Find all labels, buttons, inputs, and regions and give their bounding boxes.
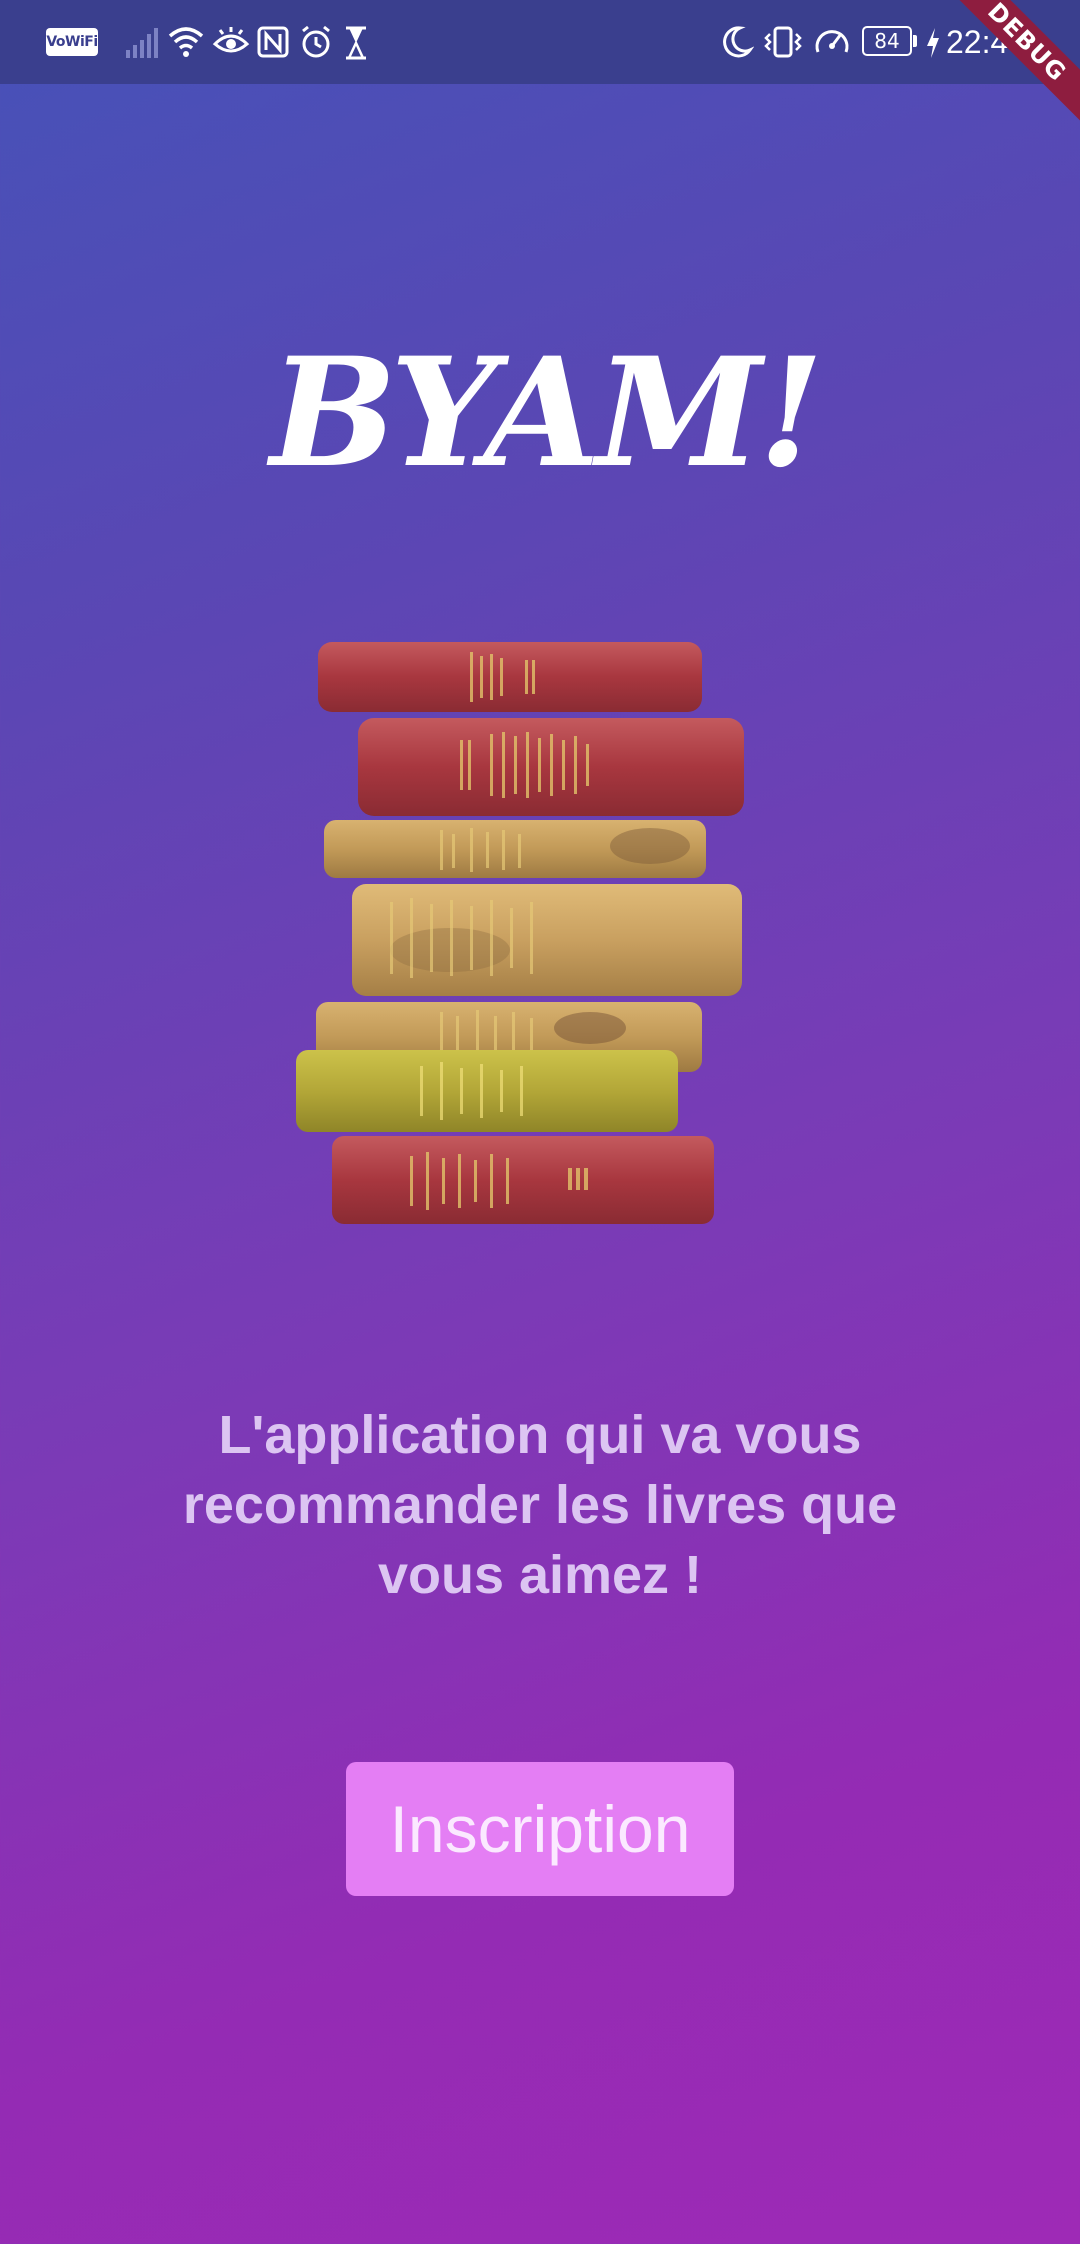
app-logo: BYAM! (266, 325, 824, 501)
eye-comfort-icon (212, 27, 250, 53)
book-spine (296, 1050, 678, 1132)
books-stack-illustration (296, 642, 744, 1224)
app-tagline: L'application qui va vous recommander le… (182, 1405, 898, 1605)
signup-button[interactable]: Inscription (346, 1762, 734, 1896)
battery-icon: 84 (862, 26, 912, 56)
battery-tip (913, 35, 917, 47)
speedometer-icon (815, 30, 849, 53)
book-spine (324, 820, 706, 878)
status-bar: VoWiFi 84 22:49 (0, 0, 1080, 84)
book-spine (332, 1136, 714, 1224)
book-spine (318, 642, 702, 712)
signal-icon (126, 28, 158, 58)
do-not-disturb-icon (723, 26, 754, 58)
vowifi-icon: VoWiFi (46, 28, 98, 56)
book-spine (352, 884, 742, 996)
alarm-icon (302, 25, 330, 58)
wifi-icon (168, 27, 204, 57)
charging-icon (927, 28, 939, 58)
hourglass-icon (346, 26, 366, 60)
app-logo-text: BYAM! (266, 325, 820, 501)
vibrate-icon (764, 26, 802, 58)
nfc-icon (257, 26, 289, 58)
book-spine (358, 718, 744, 816)
